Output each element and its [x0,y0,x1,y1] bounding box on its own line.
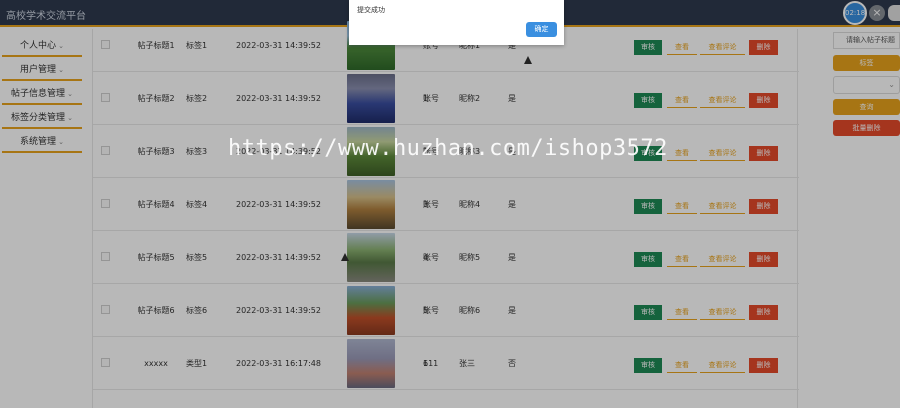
modal-mask [0,0,900,408]
success-dialog: 提交成功 确定 [349,0,564,45]
watermark-text: https://www.huzhan.com/ishop3572 [228,136,668,161]
mouse-cursor-icon [524,56,532,64]
mouse-cursor-icon [341,253,349,261]
dialog-message: 提交成功 [357,6,385,14]
ok-button[interactable]: 确定 [526,22,557,37]
